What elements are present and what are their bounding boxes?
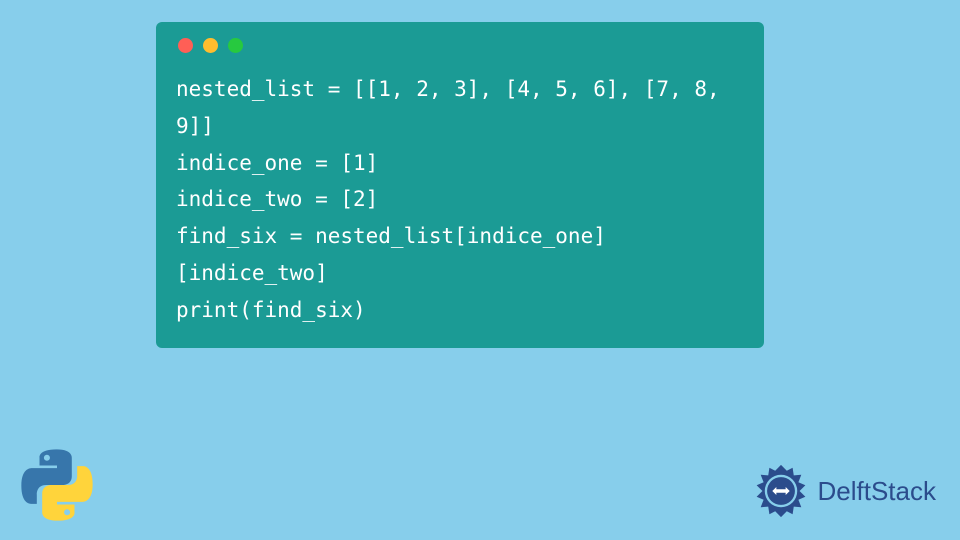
yellow-dot-icon: [203, 38, 218, 53]
delftstack-icon: [752, 462, 810, 520]
red-dot-icon: [178, 38, 193, 53]
green-dot-icon: [228, 38, 243, 53]
code-line-2: indice_one = [1]: [176, 145, 744, 182]
delftstack-text: DelftStack: [818, 476, 937, 507]
code-block: nested_list = [[1, 2, 3], [4, 5, 6], [7,…: [156, 22, 764, 348]
delftstack-logo: DelftStack: [752, 462, 937, 520]
window-dots: [178, 38, 744, 53]
code-line-1: nested_list = [[1, 2, 3], [4, 5, 6], [7,…: [176, 71, 744, 145]
code-line-4: find_six = nested_list[indice_one][indic…: [176, 218, 744, 292]
code-content: nested_list = [[1, 2, 3], [4, 5, 6], [7,…: [176, 71, 744, 328]
code-line-3: indice_two = [2]: [176, 181, 744, 218]
python-logo-icon: [20, 448, 94, 522]
code-line-5: print(find_six): [176, 292, 744, 329]
